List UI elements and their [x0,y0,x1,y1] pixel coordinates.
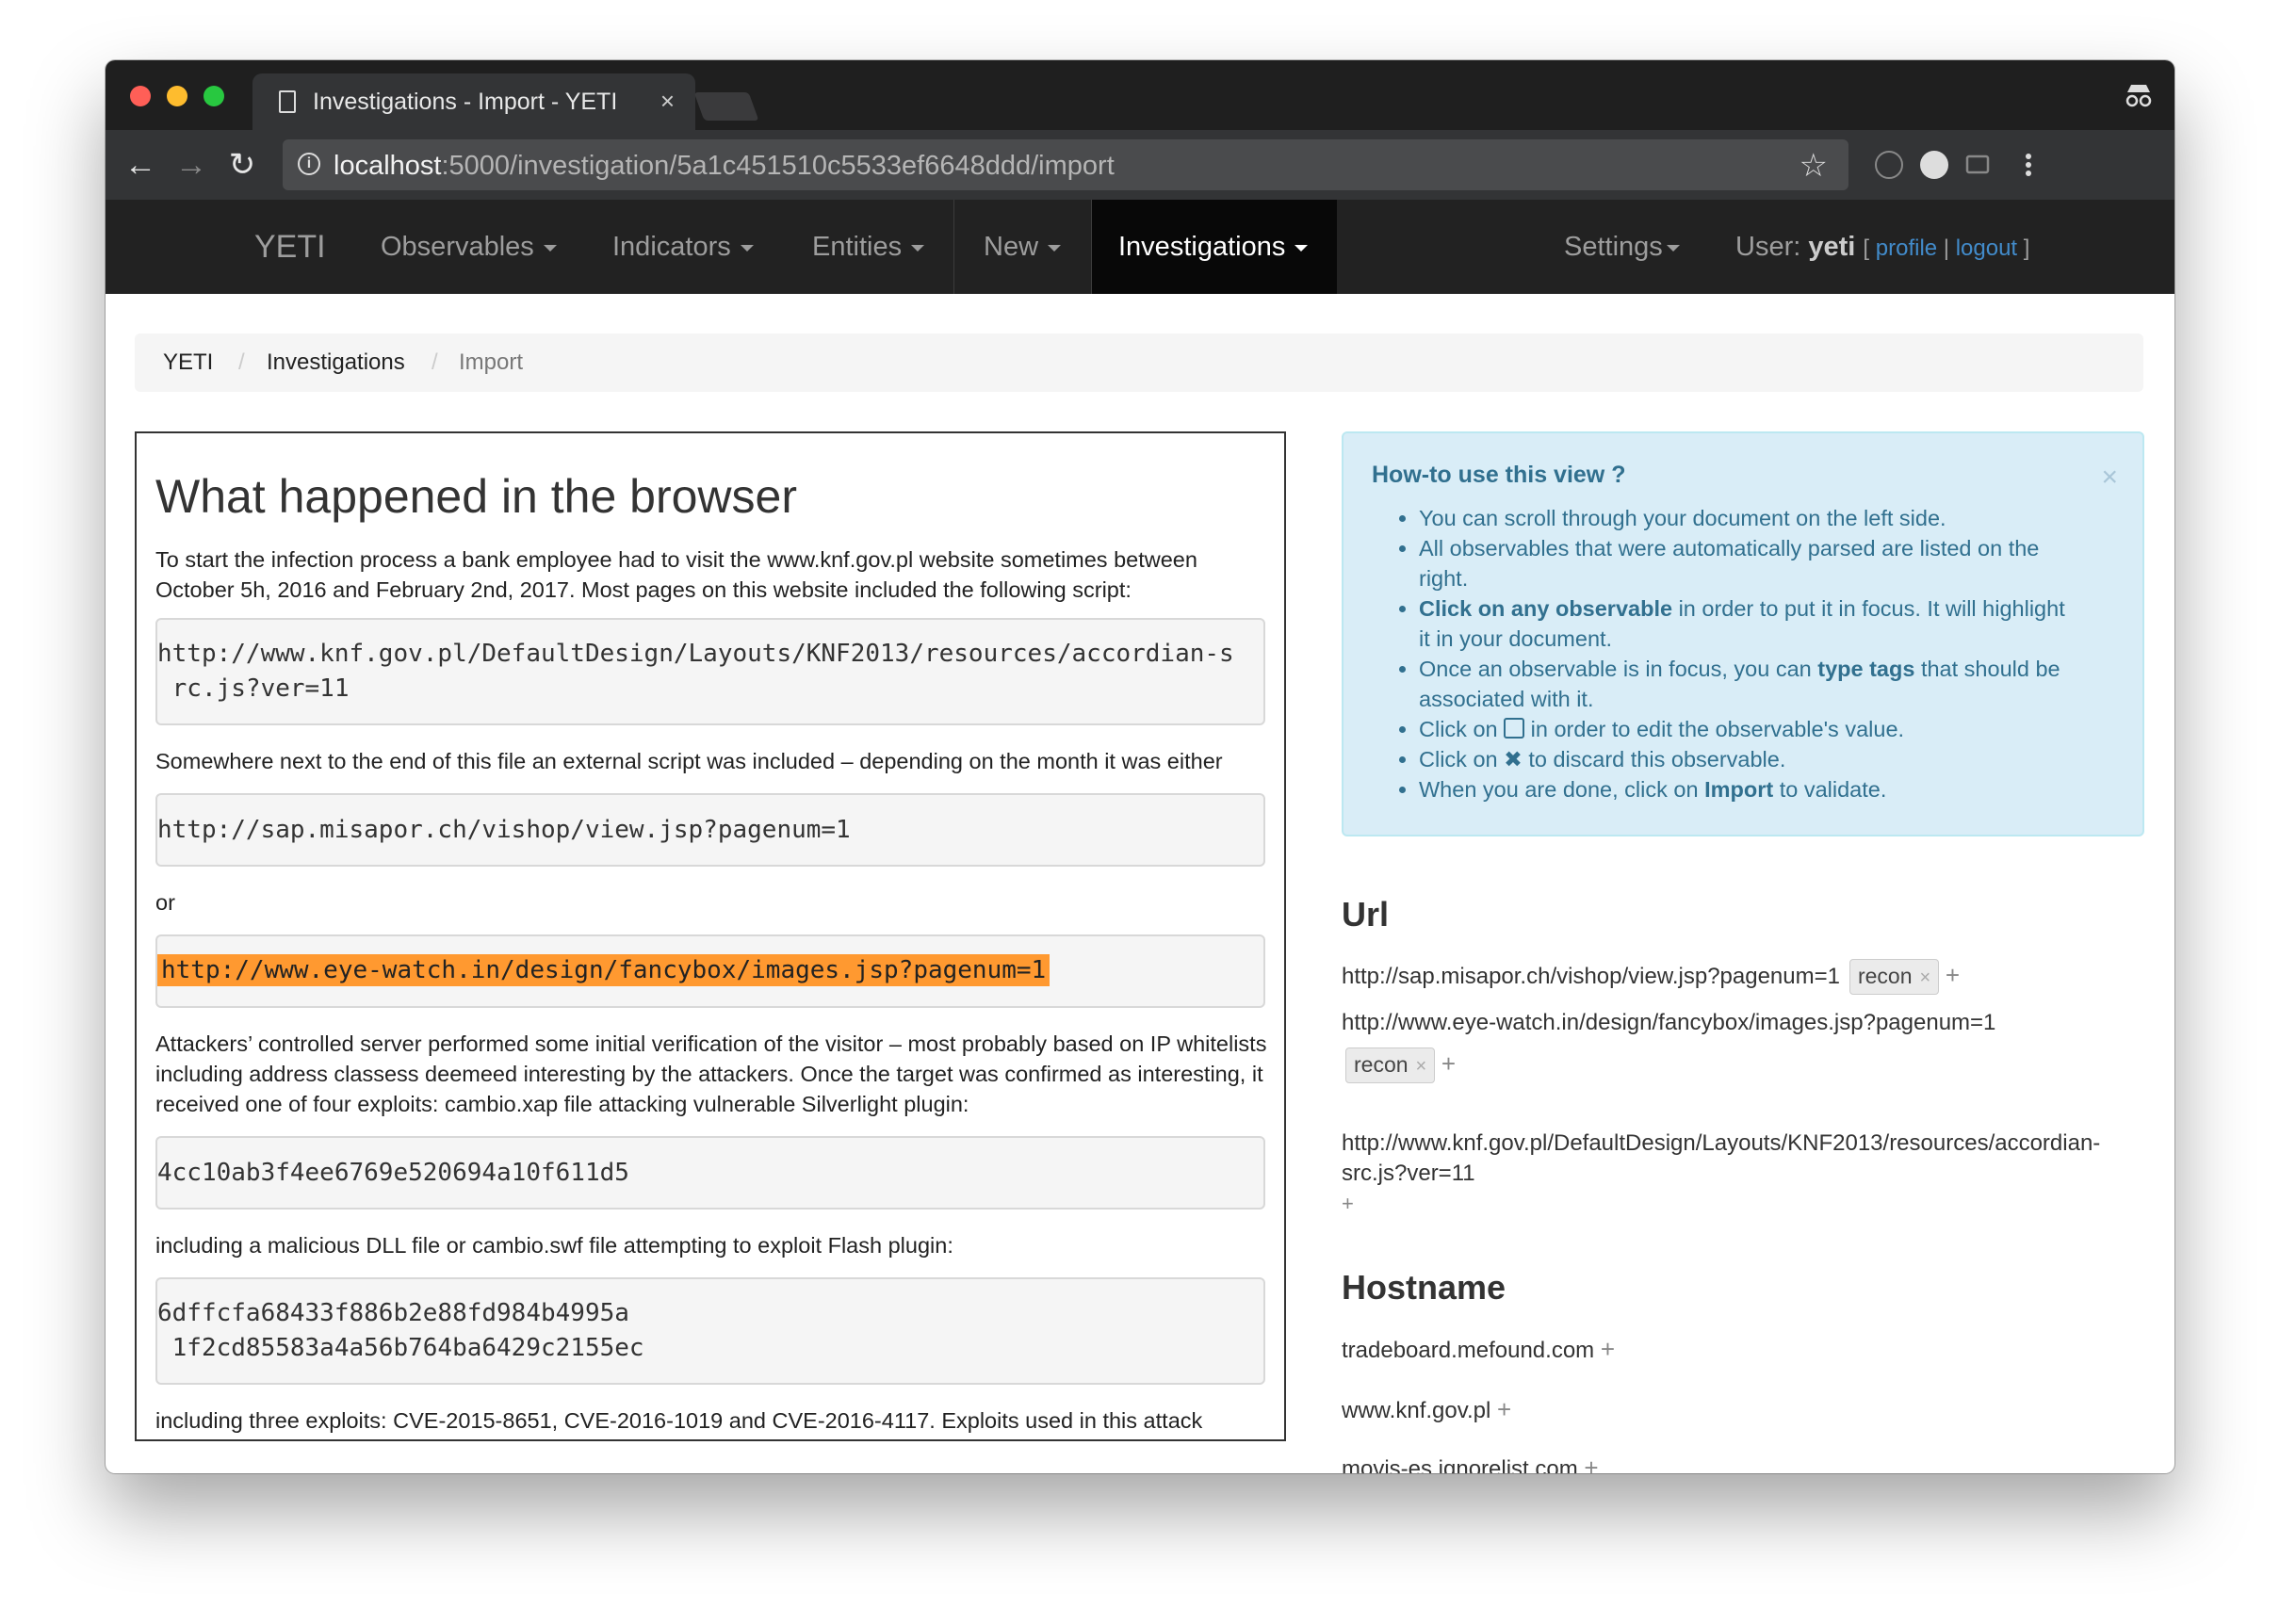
browser-window: Investigations - Import - YETI × ← → ↻ i… [106,60,2174,1473]
site-info-icon[interactable]: i [298,153,320,175]
nav-settings[interactable]: Settings [1564,200,1680,294]
app-navbar: YETI Observables Indicators Entities New… [106,200,2174,294]
user-name: yeti [1808,232,1856,262]
hostname-section-heading: Hostname [1342,1268,1506,1307]
add-tag-icon[interactable]: + [1601,1335,1615,1363]
caret-down-icon [1295,244,1309,252]
add-tag-icon[interactable]: + [1342,1192,1354,1215]
document-panel[interactable]: What happened in the browser To start th… [135,431,1286,1441]
url-section-heading: Url [1342,895,1390,934]
nav-investigations[interactable]: Investigations [1092,200,1337,294]
observable-url[interactable]: http://sap.misapor.ch/vishop/view.jsp?pa… [1342,959,2142,995]
address-bar[interactable]: i localhost:5000/investigation/5a1c45151… [283,139,1848,190]
caret-down-icon [740,244,754,252]
breadcrumb-separator: / [432,349,438,375]
code-block: 6dffcfa68433f886b2e88fd984b4995a 1f2cd85… [155,1277,1265,1385]
tag-recon[interactable]: recon × [1345,1047,1436,1083]
code-block: http://www.knf.gov.pl/DefaultDesign/Layo… [155,618,1265,725]
nav-indicators[interactable]: Indicators [612,200,754,294]
howto-title: How-to use this view ? [1372,462,1626,488]
breadcrumb-investigations[interactable]: Investigations [267,333,405,392]
forward-icon[interactable]: → [171,145,211,185]
back-icon[interactable]: ← [121,145,160,185]
user-info: User: yeti [ profile | logout ] [1735,232,2030,262]
extension-info-icon[interactable] [1875,151,1903,179]
highlighted-observable[interactable]: http://www.eye-watch.in/design/fancybox/… [157,954,1050,986]
edit-icon [1504,718,1525,739]
observable-url[interactable]: http://www.eye-watch.in/design/fancybox/… [1342,1008,2142,1083]
code-block: 4cc10ab3f4ee6769e520694a10f611d5 [155,1136,1265,1210]
breadcrumb-separator: / [238,349,245,375]
list-item: When you are done, click on Import to va… [1419,774,2078,804]
list-item: Click on ✖ to discard this observable. [1419,744,2078,774]
tag-recon[interactable]: recon × [1848,959,1940,995]
document-paragraph: Somewhere next to the end of this file a… [155,749,1223,773]
caret-down-icon [543,244,557,252]
breadcrumb-yeti[interactable]: YETI [163,333,213,392]
document-paragraph: including a malicious DLL file or cambio… [155,1233,953,1258]
new-tab-button[interactable] [693,92,759,121]
extension-circle-icon[interactable] [1920,151,1948,179]
add-tag-icon[interactable]: + [1497,1395,1511,1423]
list-item: All observables that were automatically … [1419,533,2078,593]
observable-url[interactable]: http://www.knf.gov.pl/DefaultDesign/Layo… [1342,1129,2142,1219]
tag-remove-icon[interactable]: × [1920,967,1931,988]
incognito-icon [2125,85,2152,107]
browser-toolbar: ← → ↻ i localhost:5000/investigation/5a1… [106,130,2174,200]
document-paragraph: including three exploits: CVE-2015-8651,… [155,1408,1203,1433]
observable-hostname[interactable]: movis-es.ignorelist.com + [1342,1453,2142,1473]
list-item: Click on in order to edit the observable… [1419,714,2078,744]
close-window-button[interactable] [130,86,151,106]
brand-link[interactable]: YETI [254,200,326,294]
observable-hostname[interactable]: www.knf.gov.pl + [1342,1394,2142,1426]
howto-list: You can scroll through your document on … [1394,503,2078,804]
breadcrumb-import: Import [459,349,524,375]
logout-link[interactable]: logout [1956,235,2017,261]
howto-alert: How-to use this view ? × You can scroll … [1342,431,2144,836]
nav-entities[interactable]: Entities [812,200,925,294]
menu-dots-icon[interactable] [2014,151,2043,179]
add-tag-icon[interactable]: + [1441,1049,1456,1078]
reload-icon[interactable]: ↻ [222,145,262,185]
caret-down-icon [1048,244,1062,252]
document-icon [279,90,296,113]
cast-icon[interactable] [1963,151,1992,179]
caret-down-icon [911,244,925,252]
browser-tab[interactable]: Investigations - Import - YETI × [252,73,695,130]
code-block: http://sap.misapor.ch/vishop/view.jsp?pa… [155,793,1265,867]
document-paragraph: Attackers’ controlled server performed s… [155,1031,1267,1116]
maximize-window-button[interactable] [204,86,224,106]
nav-divider [953,200,954,294]
tag-remove-icon[interactable]: × [1416,1056,1427,1077]
nav-observables[interactable]: Observables [381,200,557,294]
add-tag-icon[interactable]: + [1946,961,1960,989]
remove-icon: ✖ [1504,747,1523,771]
observable-hostname[interactable]: tradeboard.mefound.com + [1342,1334,2142,1366]
add-tag-icon[interactable]: + [1584,1453,1598,1473]
code-block-highlighted: http://www.eye-watch.in/design/fancybox/… [155,934,1265,1008]
list-item: You can scroll through your document on … [1419,503,2078,533]
tab-close-icon[interactable]: × [660,87,675,116]
caret-down-icon [1666,244,1680,252]
document-heading: What happened in the browser [155,470,797,523]
breadcrumb: YETI / Investigations / Import [135,333,2143,392]
document-paragraph: To start the infection process a bank em… [155,547,1197,602]
url-text: localhost:5000/investigation/5a1c451510c… [334,151,1115,181]
minimize-window-button[interactable] [167,86,187,106]
document-paragraph: or [155,890,175,915]
tab-title: Investigations - Import - YETI [313,89,618,115]
tab-strip: Investigations - Import - YETI × [106,60,2174,130]
close-icon[interactable]: × [2101,462,2118,494]
list-item: Once an observable is in focus, you can … [1419,654,2078,714]
list-item: Click on any observable in order to put … [1419,593,2078,654]
profile-link[interactable]: profile [1876,235,1937,261]
nav-new[interactable]: New [984,200,1062,294]
bookmark-star-icon[interactable]: ☆ [1800,147,1828,185]
